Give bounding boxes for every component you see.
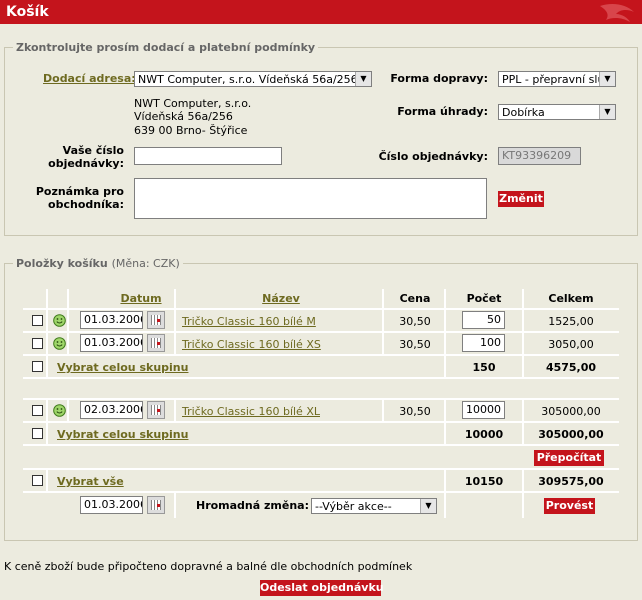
delivery-address-link[interactable]: Dodací adresa: [43,72,136,85]
order-number-label-line2: objednávky: [48,157,124,170]
shipping-note: K ceně zboží bude připočteno dopravné a … [4,560,413,573]
order-id-input: KT93396209 [498,147,581,165]
transport-label: Forma dopravy: [390,72,488,85]
title-bar: Košík [0,0,642,24]
note-textarea[interactable] [134,178,487,219]
payment-value: Dobírka [502,106,545,119]
submit-order-button[interactable]: Odeslat objednávku [260,580,384,596]
change-button[interactable]: Změnit [498,191,544,207]
order-id-label: Číslo objednávky: [378,150,488,163]
note-label: Poznámka pro obchodníka: [30,185,124,211]
currency-note: (Měna: CZK) [111,257,180,270]
cart-legend-title: Položky košíku [16,257,108,270]
transport-select[interactable]: PPL - přepravní služ ▼ [498,71,616,87]
payment-select[interactable]: Dobírka ▼ [498,104,616,120]
order-number-input[interactable] [134,147,282,165]
cart-legend: Položky košíku (Měna: CZK) [13,257,183,270]
order-number-label-line1: Vaše číslo [62,144,124,157]
payment-label: Forma úhrady: [397,105,488,118]
delivery-address-select[interactable]: NWT Computer, s.r.o. Vídeňská 56a/256 Br… [134,71,372,87]
note-label-line1: Poznámka pro [35,185,124,198]
conditions-legend: Zkontrolujte prosím dodací a platební po… [16,41,316,54]
address-line-2: Vídeňská 56a/256 [134,110,233,123]
decoration-icon [600,4,634,22]
address-line-3: 639 00 Brno- Štýřice [134,124,248,137]
table-grid [46,289,524,518]
note-label-line2: obchodníka: [48,198,124,211]
transport-value: PPL - přepravní služ [502,73,611,86]
chevron-down-icon: ▼ [355,72,371,86]
address-line-1: NWT Computer, s.r.o. [134,97,252,110]
cart-table: Datum Název Cena Počet Celkem 01.03.2006… [23,289,619,518]
chevron-down-icon: ▼ [599,105,615,119]
chevron-down-icon: ▼ [599,72,615,86]
order-number-label: Vaše číslo objednávky: [40,144,124,170]
delivery-address-value: NWT Computer, s.r.o. Vídeňská 56a/256 Br… [138,73,372,86]
page-title: Košík [6,4,49,20]
